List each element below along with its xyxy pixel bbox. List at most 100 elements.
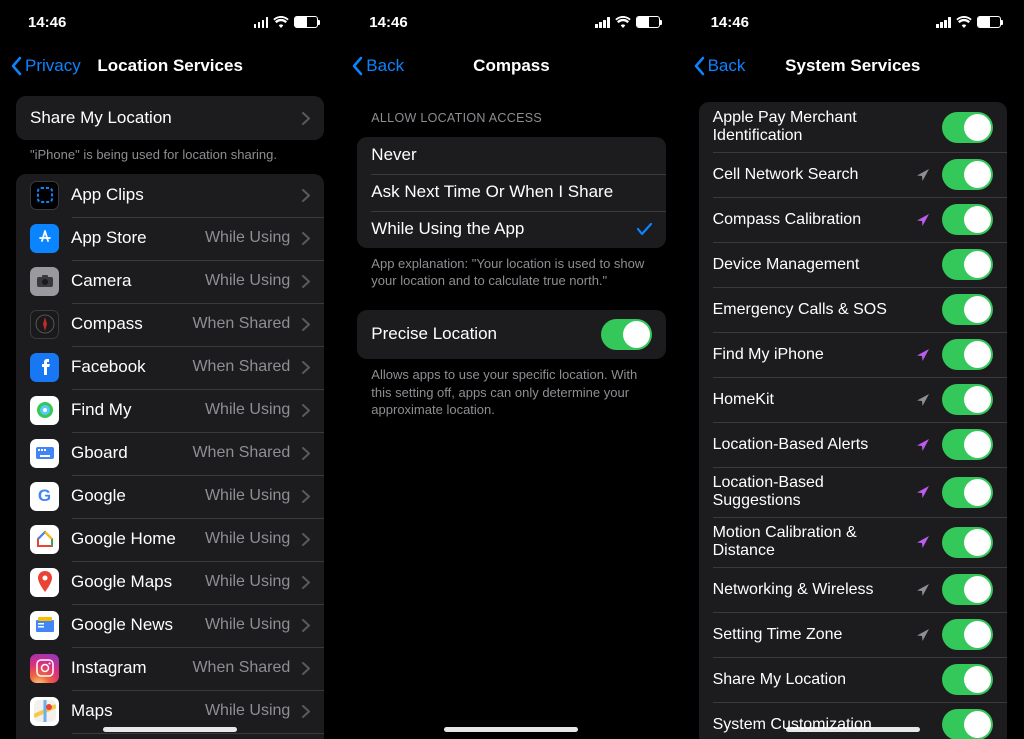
precise-footer: Allows apps to use your specific locatio…: [341, 359, 681, 421]
access-option-row[interactable]: While Using the App: [357, 211, 665, 248]
service-row[interactable]: Motion Calibration & Distance: [699, 517, 1007, 567]
access-option-row[interactable]: Ask Next Time Or When I Share: [357, 174, 665, 211]
row-detail: When Shared: [192, 315, 290, 333]
location-arrow-icon: [916, 583, 930, 597]
service-row[interactable]: Apple Pay Merchant Identification: [699, 102, 1007, 152]
row-label: Compass: [71, 314, 180, 334]
access-option-row[interactable]: Never: [357, 137, 665, 174]
status-time: 14:46: [28, 14, 66, 31]
row-label: Motion Calibration & Distance: [713, 524, 904, 560]
toggle-switch[interactable]: [942, 339, 993, 370]
app-icon: [30, 353, 59, 382]
app-row[interactable]: Siri & DictationWhile Using: [16, 733, 324, 739]
service-row[interactable]: Networking & Wireless: [699, 567, 1007, 612]
row-label: Location-Based Suggestions: [713, 474, 904, 510]
battery-icon: [294, 16, 318, 28]
status-time: 14:46: [711, 14, 749, 31]
precise-location-row[interactable]: Precise Location: [357, 310, 665, 359]
row-label: Instagram: [71, 658, 180, 678]
checkmark-icon: [637, 222, 652, 236]
toggle-switch[interactable]: [942, 619, 993, 650]
service-row[interactable]: Cell Network Search: [699, 152, 1007, 197]
toggle-switch[interactable]: [942, 527, 993, 558]
service-row[interactable]: Compass Calibration: [699, 197, 1007, 242]
row-label: Google: [71, 486, 193, 506]
app-row[interactable]: GGoogleWhile Using: [16, 475, 324, 518]
toggle-switch[interactable]: [942, 249, 993, 280]
chevron-right-icon: [302, 447, 310, 460]
wifi-icon: [615, 16, 631, 28]
service-row[interactable]: Find My iPhone: [699, 332, 1007, 377]
chevron-right-icon: [302, 619, 310, 632]
toggle-switch[interactable]: [942, 574, 993, 605]
row-label: Ask Next Time Or When I Share: [371, 182, 651, 202]
app-icon: [30, 654, 59, 683]
share-my-location-row[interactable]: Share My Location: [16, 96, 324, 140]
cellular-bars-icon: [936, 17, 951, 28]
app-row[interactable]: GboardWhen Shared: [16, 432, 324, 475]
service-row[interactable]: Emergency Calls & SOS: [699, 287, 1007, 332]
row-label: Google Home: [71, 529, 193, 549]
nav-bar: Back System Services: [683, 44, 1023, 88]
location-arrow-icon: [916, 628, 930, 642]
row-detail: While Using: [205, 530, 290, 548]
back-button[interactable]: Back: [351, 56, 404, 76]
toggle-switch[interactable]: [942, 204, 993, 235]
chevron-right-icon: [302, 533, 310, 546]
toggle-switch[interactable]: [942, 429, 993, 460]
app-icon: [30, 439, 59, 468]
row-label: Apple Pay Merchant Identification: [713, 109, 930, 145]
app-row[interactable]: CameraWhile Using: [16, 260, 324, 303]
service-row[interactable]: System Customization: [699, 702, 1007, 739]
app-row[interactable]: Google MapsWhile Using: [16, 561, 324, 604]
app-row[interactable]: Compass When Shared: [16, 303, 324, 346]
toggle-switch[interactable]: [601, 319, 652, 350]
row-label: Camera: [71, 271, 193, 291]
row-label: Find My iPhone: [713, 346, 904, 364]
chevron-right-icon: [302, 318, 310, 331]
back-button[interactable]: Privacy: [10, 56, 81, 76]
app-row[interactable]: App Clips: [16, 174, 324, 217]
screen-system-services: 14:46 Back System Services Apple Pay Mer…: [683, 0, 1024, 739]
screen-compass: 14:46 Back Compass Allow Location Access…: [341, 0, 682, 739]
service-row[interactable]: Share My Location: [699, 657, 1007, 702]
cellular-bars-icon: [254, 17, 269, 28]
toggle-switch[interactable]: [942, 384, 993, 415]
row-label: Setting Time Zone: [713, 626, 904, 644]
service-row[interactable]: HomeKit: [699, 377, 1007, 422]
row-label: Find My: [71, 400, 193, 420]
row-label: While Using the App: [371, 219, 624, 239]
cellular-bars-icon: [595, 17, 610, 28]
back-button[interactable]: Back: [693, 56, 746, 76]
app-row[interactable]: Google NewsWhile Using: [16, 604, 324, 647]
app-row[interactable]: InstagramWhen Shared: [16, 647, 324, 690]
toggle-switch[interactable]: [942, 477, 993, 508]
row-detail: While Using: [205, 401, 290, 419]
toggle-switch[interactable]: [942, 159, 993, 190]
allow-header: Allow Location Access: [341, 88, 681, 129]
app-row[interactable]: App StoreWhile Using: [16, 217, 324, 260]
row-label: Location-Based Alerts: [713, 436, 904, 454]
app-row[interactable]: Find My While Using: [16, 389, 324, 432]
row-detail: When Shared: [192, 358, 290, 376]
toggle-switch[interactable]: [942, 112, 993, 143]
toggle-switch[interactable]: [942, 664, 993, 695]
app-icon: [30, 267, 59, 296]
toggle-switch[interactable]: [942, 294, 993, 325]
row-label: Cell Network Search: [713, 166, 904, 184]
app-icon: [30, 697, 59, 726]
status-time: 14:46: [369, 14, 407, 31]
row-label: Compass Calibration: [713, 211, 904, 229]
row-label: Google Maps: [71, 572, 193, 592]
service-row[interactable]: Setting Time Zone: [699, 612, 1007, 657]
app-row[interactable]: Google Home While Using: [16, 518, 324, 561]
wifi-icon: [273, 16, 289, 28]
status-bar: 14:46: [683, 0, 1023, 44]
service-row[interactable]: Location-Based Suggestions: [699, 467, 1007, 517]
toggle-switch[interactable]: [942, 709, 993, 739]
app-row[interactable]: FacebookWhen Shared: [16, 346, 324, 389]
row-label: Maps: [71, 701, 193, 721]
service-row[interactable]: Location-Based Alerts: [699, 422, 1007, 467]
service-row[interactable]: Device Management: [699, 242, 1007, 287]
chevron-right-icon: [302, 576, 310, 589]
